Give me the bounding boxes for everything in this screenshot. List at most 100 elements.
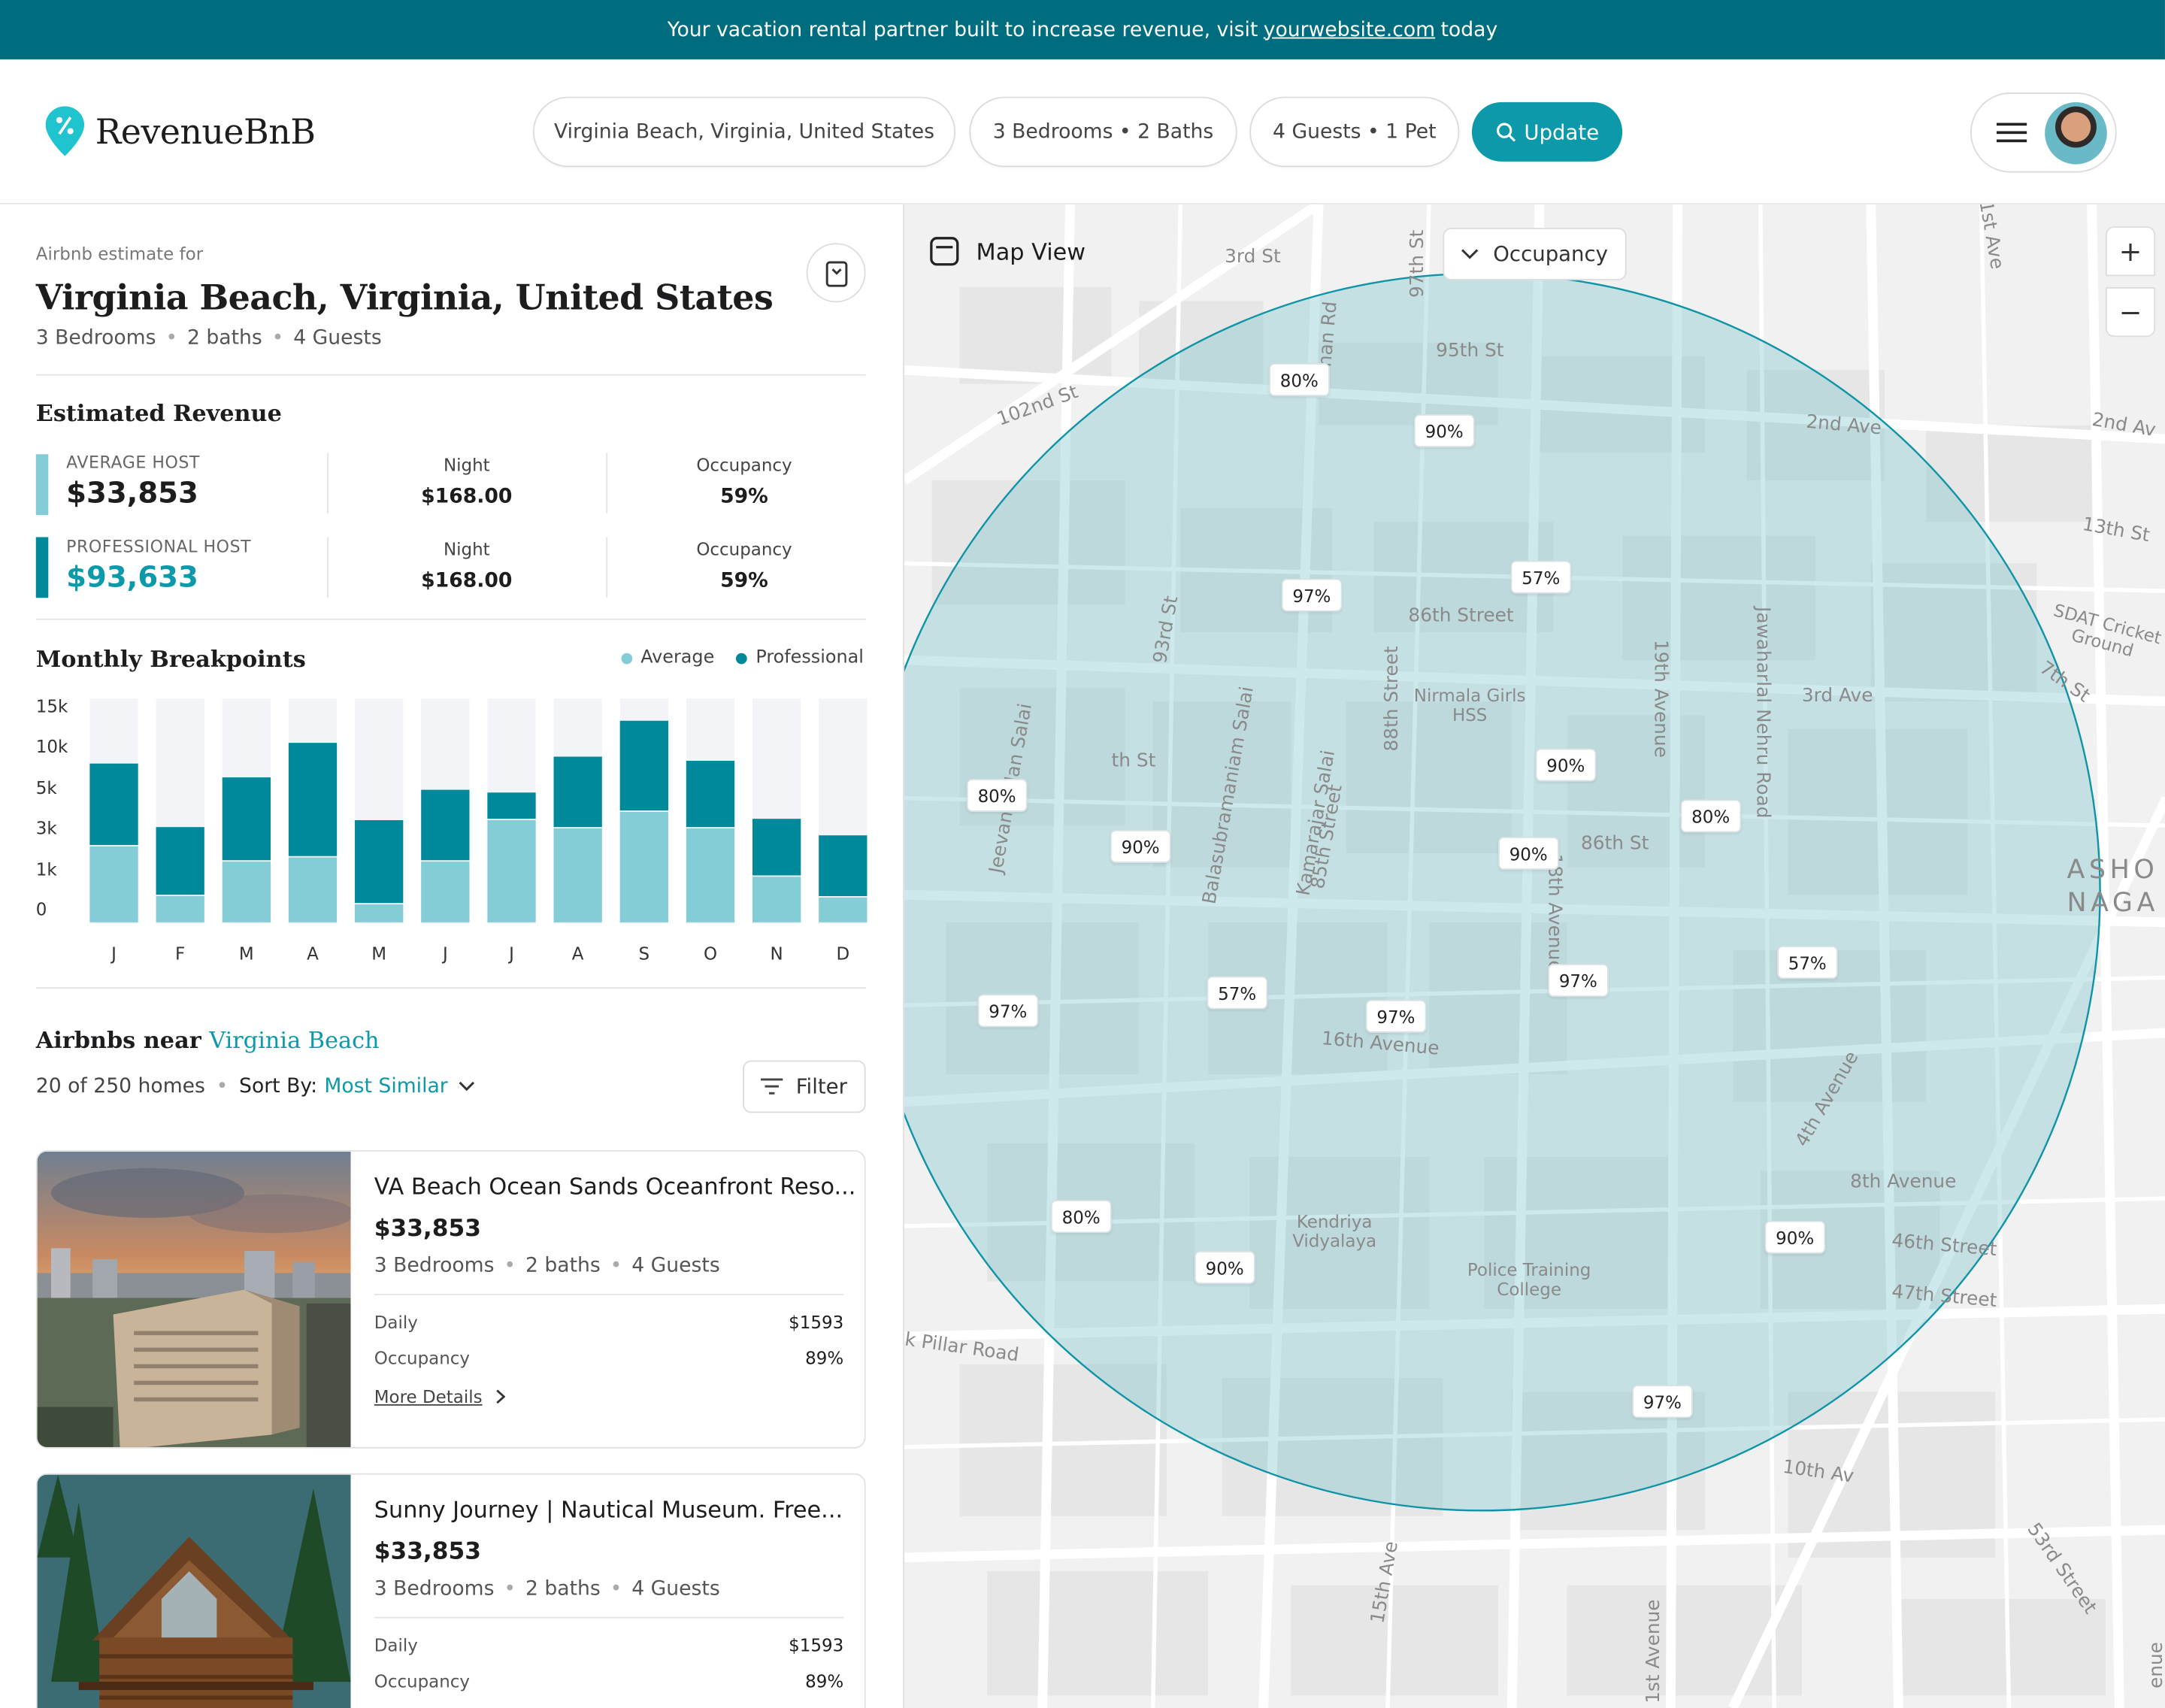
occupancy-badge[interactable]: 90% [1498,837,1559,871]
occupancy-badge[interactable]: 97% [977,994,1039,1028]
occupancy-badge[interactable]: 80% [966,778,1028,812]
professional-night: $168.00 [421,570,513,592]
daily-label: Daily [374,1634,418,1656]
location-pill[interactable]: Virginia Beach, Virginia, United States [532,96,955,168]
bar-average[interactable] [686,828,735,922]
bar-average[interactable] [487,819,536,922]
listings-toolbar: 20 of 250 homes • Sort By: Most Similar [36,1076,476,1098]
occupancy-badge[interactable]: 90% [1413,414,1475,448]
chevron-right-icon [496,1389,506,1404]
bar-average[interactable] [752,877,801,922]
bar-professional[interactable] [553,757,602,827]
more-details-link[interactable]: More Details [374,1386,506,1407]
occupancy-badge[interactable]: 97% [1548,964,1609,998]
bar-average[interactable] [619,811,668,922]
occupancy-badge[interactable]: 97% [1632,1385,1693,1419]
occupancy-badge[interactable]: 90% [1764,1220,1825,1254]
layer-label: Occupancy [1493,241,1608,267]
guests-pill[interactable]: 4 Guests • 1 Pet [1249,96,1460,168]
zoom-in-button[interactable]: + [2105,226,2156,277]
occupancy-badge[interactable]: 97% [1365,999,1427,1033]
bar-average[interactable] [819,898,868,922]
x-tick-label: F [175,943,186,965]
map-view-icon [930,237,959,266]
listing-title[interactable]: VA Beach Ocean Sands Oceanfront Reso... [374,1173,856,1200]
brand-name: RevenueBnB [95,111,316,152]
legend-average-dot [621,652,633,664]
account-menu[interactable] [1970,92,2117,173]
occupancy-layer-dropdown[interactable]: Occupancy [1443,228,1627,280]
bar-professional[interactable] [222,777,271,860]
bar-professional[interactable] [355,820,404,903]
bar-average[interactable] [89,846,138,922]
map-panel[interactable]: Map View Occupancy + − 3rd St 97th St 95th… [903,204,2165,1708]
bookmark-button[interactable] [806,243,866,303]
map-view-toggle[interactable]: Map View [929,236,1086,266]
sort-label: Sort By: [239,1075,318,1098]
occupancy-badge[interactable]: 80% [1680,799,1741,833]
rooms-pill[interactable]: 3 Bedrooms • 2 Baths [969,96,1237,168]
road-label: 3rd Ave [1801,685,1873,707]
occupancy-badge[interactable]: 57% [1777,946,1838,980]
map-streets [904,204,2165,1708]
bar-average[interactable] [288,856,338,922]
bar-professional[interactable] [686,761,735,827]
y-tick-label: 10k [35,735,68,757]
road-label: enue [2145,1642,2165,1689]
average-label: AVERAGE HOST [66,453,200,473]
listing-photo-hotel[interactable] [37,1151,351,1449]
occupancy-label: Occupancy [374,1347,471,1369]
professional-night-label: Night [443,538,490,559]
occupancy-badge[interactable]: 90% [1194,1251,1255,1285]
update-button[interactable]: Update [1471,101,1623,162]
chevron-down-icon[interactable] [459,1081,475,1092]
bar-average[interactable] [421,861,470,922]
bar-professional[interactable] [487,792,536,819]
banner-suffix: today [1440,18,1498,41]
listing-specs: 3 Bedrooms • 2 baths • 4 Guests [374,1578,720,1600]
sort-value[interactable]: Most Similar [324,1076,447,1098]
banner-link[interactable]: yourwebsite.com [1264,19,1435,41]
bar-professional[interactable] [288,743,338,856]
bar-professional[interactable] [619,720,668,811]
filter-button[interactable]: Filter [743,1060,866,1113]
professional-occ: 59% [720,570,768,592]
avatar[interactable] [2045,101,2107,165]
y-tick-label: 0 [35,898,47,920]
bar-professional[interactable] [421,789,470,860]
road-label: Jawaharlal Nehru Road [1752,607,1774,819]
occupancy-badge[interactable]: 80% [1050,1200,1112,1234]
bar-average[interactable] [553,828,602,922]
bar-average[interactable] [222,861,271,922]
professional-occ-label: Occupancy [696,538,792,559]
x-tick-label: S [638,943,650,965]
average-occ: 59% [720,486,768,508]
bar-professional[interactable] [819,834,868,897]
chart-title: Monthly Breakpoints [35,646,306,673]
occupancy-badge[interactable]: 90% [1535,748,1597,782]
listing-title[interactable]: Sunny Journey | Nautical Museum. Free... [374,1497,843,1523]
occupancy-badge[interactable]: 80% [1269,363,1330,397]
occupancy-value: 89% [805,1670,844,1691]
occupancy-badge[interactable]: 57% [1207,976,1267,1010]
road-label: Police Training College [1467,1259,1591,1300]
listing-card[interactable]: VA Beach Ocean Sands Oceanfront Reso... … [35,1149,866,1449]
listing-photo-cabin[interactable] [37,1474,351,1708]
listing-card[interactable]: Sunny Journey | Nautical Museum. Free...… [35,1473,866,1708]
bar-average[interactable] [355,904,404,922]
occupancy-badge[interactable]: 57% [1510,560,1571,594]
road-label: th St [1111,750,1156,772]
bar-professional[interactable] [752,818,801,877]
listings-heading-place[interactable]: Virginia Beach [209,1028,379,1054]
occupancy-badge[interactable]: 90% [1110,829,1171,863]
bar-professional[interactable] [156,826,204,895]
banner-text: Your vacation rental partner built to in… [667,18,1258,41]
road-label: 3rd St [1225,245,1281,268]
listings-heading-prefix: Airbnbs near [35,1027,201,1054]
bar-professional[interactable] [89,763,138,846]
brand-logo[interactable]: RevenueBnB [45,106,316,156]
bar-average[interactable] [156,895,204,922]
occupancy-badge[interactable]: 97% [1281,578,1343,612]
daily-value: $1593 [789,1634,844,1656]
zoom-out-button[interactable]: − [2105,287,2156,338]
